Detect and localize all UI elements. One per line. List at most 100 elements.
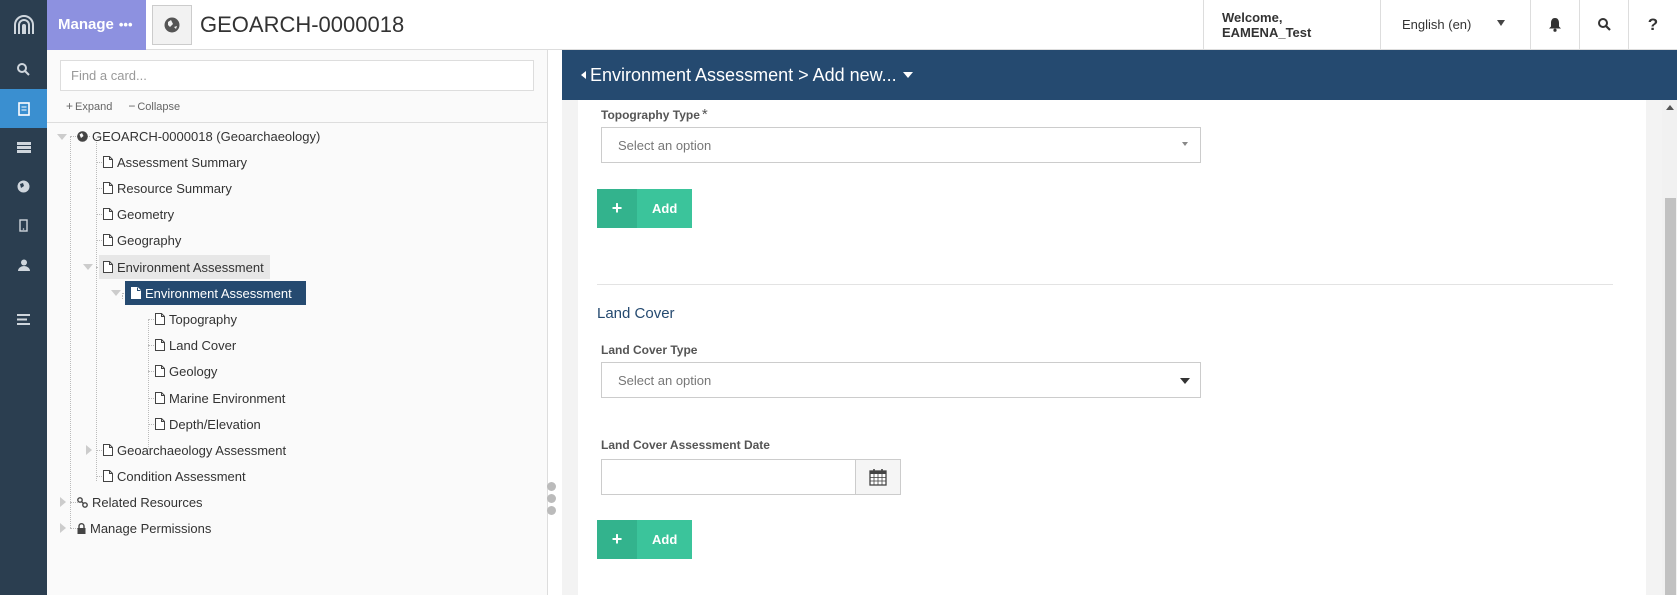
- tree-node-label: Marine Environment: [169, 390, 286, 406]
- file-icon: [103, 208, 113, 220]
- expand-toggle-icon[interactable]: [60, 523, 66, 533]
- more-dots-icon: •••: [118, 17, 133, 32]
- link-icon: [77, 496, 88, 508]
- notifications-bell-icon[interactable]: [1530, 0, 1579, 50]
- tree-connector: [70, 136, 71, 528]
- tree-node-label: Manage Permissions: [90, 520, 212, 536]
- add-topography-button[interactable]: + Add: [597, 189, 692, 228]
- tree-node-geography[interactable]: Geography: [99, 228, 187, 252]
- lock-icon: [77, 522, 86, 534]
- divider: [47, 122, 548, 123]
- collapse-label: Collapse: [137, 101, 181, 113]
- tree-node-label: GEOARCH-0000018 (Geoarchaeology): [92, 128, 321, 144]
- required-asterisk: *: [701, 106, 708, 123]
- expand-button[interactable]: + Expand: [66, 99, 112, 113]
- arches-logo-icon[interactable]: [0, 0, 47, 50]
- calendar-icon[interactable]: [855, 460, 900, 494]
- tree-node-label: Geoarchaeology Assessment: [117, 442, 287, 458]
- land-cover-section-title: Land Cover: [597, 305, 675, 322]
- tree-node-assessment-summary[interactable]: Assessment Summary: [99, 150, 253, 174]
- tree-node-topography[interactable]: Topography: [151, 307, 243, 331]
- expand-label: Expand: [75, 101, 113, 113]
- tree-node-geometry[interactable]: Geometry: [99, 202, 180, 226]
- chevron-down-icon: [1182, 142, 1188, 146]
- collapse-toggle-icon[interactable]: [57, 134, 67, 140]
- chevron-left-icon[interactable]: [581, 71, 586, 79]
- tree-connector: [96, 138, 97, 481]
- left-nav-rail: [0, 0, 47, 595]
- resource-globe-icon: [152, 4, 192, 45]
- land-cover-type-select[interactable]: Select an option: [601, 362, 1201, 398]
- tree-node-label: Depth/Elevation: [169, 416, 261, 432]
- card-form: Topography Type * Select an option + Add …: [562, 100, 1646, 595]
- search-icon[interactable]: [1579, 0, 1628, 50]
- file-icon: [103, 444, 113, 456]
- mobile-icon[interactable]: [0, 206, 47, 245]
- collapse-toggle-icon[interactable]: [83, 264, 93, 270]
- file-icon: [103, 470, 113, 482]
- file-icon: [131, 287, 141, 299]
- land-cover-date-input[interactable]: [601, 459, 901, 495]
- add-label: Add: [652, 201, 678, 216]
- tree-node-related-resources[interactable]: Related Resources: [73, 490, 209, 514]
- tree-node-label: Resource Summary: [117, 180, 232, 196]
- language-label: English (en): [1402, 17, 1472, 32]
- expand-toggle-icon[interactable]: [86, 445, 92, 455]
- file-icon: [103, 156, 113, 168]
- add-land-cover-button[interactable]: + Add: [597, 520, 692, 559]
- tree-node-land-cover[interactable]: Land Cover: [151, 333, 242, 357]
- form-scrollbar[interactable]: [1662, 100, 1677, 595]
- chevron-down-icon[interactable]: [902, 72, 913, 78]
- tree-node-label: Assessment Summary: [117, 154, 248, 170]
- tree-node-resource-summary[interactable]: Resource Summary: [99, 176, 238, 200]
- collapse-toggle-icon[interactable]: [111, 290, 121, 296]
- panel-resize-handle[interactable]: [547, 482, 557, 518]
- tree-node-label: Related Resources: [92, 494, 203, 510]
- user-icon[interactable]: [0, 245, 47, 284]
- section-divider: [597, 284, 1613, 285]
- scroll-up-arrow-icon[interactable]: [1666, 105, 1674, 110]
- file-icon: [103, 261, 113, 273]
- file-icon: [155, 365, 165, 377]
- tree-connector: [148, 319, 149, 449]
- resource-editor-icon[interactable]: [0, 89, 47, 128]
- chevron-down-icon: [1180, 378, 1190, 384]
- minus-icon: −: [128, 99, 136, 113]
- tree-root-node[interactable]: GEOARCH-0000018 (Geoarchaeology): [73, 124, 326, 148]
- help-icon[interactable]: ?: [1628, 0, 1677, 50]
- tree-node-condition-assessment[interactable]: Condition Assessment: [99, 464, 252, 488]
- select-placeholder: Select an option: [618, 137, 712, 153]
- tree-node-label: Condition Assessment: [117, 468, 246, 484]
- map-globe-icon[interactable]: [0, 167, 47, 206]
- file-icon: [155, 418, 165, 430]
- land-cover-type-label: Land Cover Type: [601, 343, 698, 357]
- form-breadcrumb[interactable]: Environment Assessment > Add new...: [590, 65, 897, 86]
- list-icon[interactable]: [0, 128, 47, 167]
- file-icon: [155, 392, 165, 404]
- select-placeholder: Select an option: [618, 372, 712, 388]
- tree-node-environment-assessment-selected[interactable]: Environment Assessment: [125, 281, 306, 305]
- tree-node-geoarchaeology-assessment[interactable]: Geoarchaeology Assessment: [99, 438, 292, 462]
- plus-icon: +: [597, 189, 637, 228]
- welcome-user[interactable]: Welcome, EAMENA_Test: [1203, 0, 1380, 50]
- language-select[interactable]: English (en): [1380, 0, 1530, 50]
- tree-node-depth-elevation[interactable]: Depth/Elevation: [151, 412, 267, 436]
- tree-node-environment-assessment[interactable]: Environment Assessment: [99, 255, 270, 279]
- tree-node-label: Topography: [169, 311, 237, 327]
- topography-type-select[interactable]: Select an option: [601, 127, 1201, 163]
- find-card-input[interactable]: [60, 60, 534, 91]
- globe-icon: [77, 130, 88, 142]
- resource-title: GEOARCH-0000018: [200, 11, 405, 37]
- land-cover-date-label: Land Cover Assessment Date: [601, 438, 770, 452]
- tree-node-geology[interactable]: Geology: [151, 359, 223, 383]
- card-tree-panel: +Expand −Collapse GE: [47, 50, 548, 595]
- search-icon[interactable]: [0, 50, 47, 89]
- tree-connector: [122, 295, 123, 299]
- expand-toggle-icon[interactable]: [60, 497, 66, 507]
- manage-button[interactable]: Manage •••: [47, 0, 146, 50]
- menu-lines-icon[interactable]: [0, 300, 47, 339]
- tree-node-manage-permissions[interactable]: Manage Permissions: [73, 516, 217, 540]
- tree-node-marine-environment[interactable]: Marine Environment: [151, 386, 291, 410]
- scrollbar-thumb[interactable]: [1665, 198, 1676, 595]
- collapse-button[interactable]: − Collapse: [128, 99, 180, 113]
